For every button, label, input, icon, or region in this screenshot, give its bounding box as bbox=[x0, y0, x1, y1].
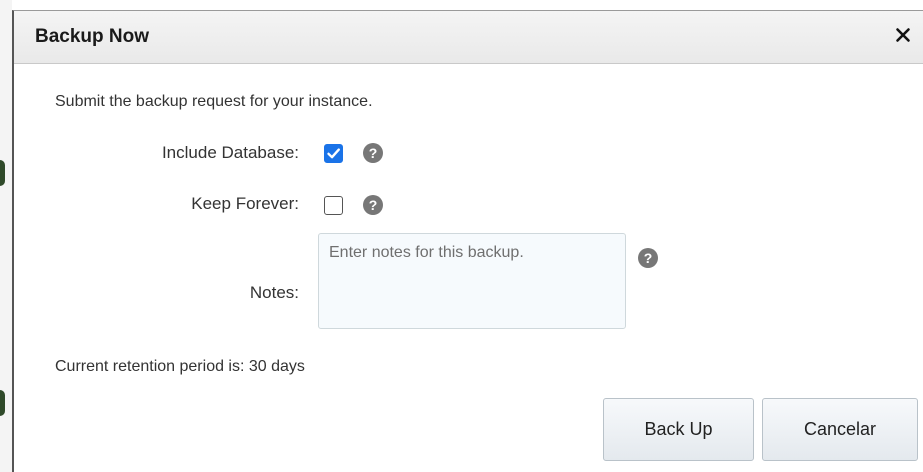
include-database-label: Include Database: bbox=[161, 143, 299, 162]
help-icon[interactable]: ? bbox=[638, 248, 658, 268]
page: Backup Now Submit the backup request for… bbox=[0, 0, 923, 472]
close-icon[interactable] bbox=[892, 24, 914, 46]
dialog-title: Backup Now bbox=[35, 26, 150, 47]
background-marker bbox=[0, 160, 5, 186]
include-database-checkbox[interactable] bbox=[324, 144, 343, 163]
help-icon[interactable]: ? bbox=[363, 143, 383, 163]
back-up-button[interactable]: Back Up bbox=[603, 398, 754, 461]
notes-label: Notes: bbox=[249, 283, 299, 302]
cancel-button[interactable]: Cancelar bbox=[762, 398, 918, 461]
backup-now-dialog: Backup Now Submit the backup request for… bbox=[12, 10, 923, 472]
intro-text: Submit the backup request for your insta… bbox=[55, 93, 373, 110]
retention-period-text: Current retention period is: 30 days bbox=[55, 358, 305, 375]
background-marker bbox=[0, 390, 5, 416]
notes-field[interactable] bbox=[318, 233, 626, 329]
keep-forever-checkbox[interactable] bbox=[324, 196, 343, 215]
dialog-titlebar: Backup Now bbox=[14, 11, 923, 64]
checkmark-icon bbox=[327, 148, 340, 159]
keep-forever-label: Keep Forever: bbox=[191, 194, 299, 213]
help-icon[interactable]: ? bbox=[363, 195, 383, 215]
